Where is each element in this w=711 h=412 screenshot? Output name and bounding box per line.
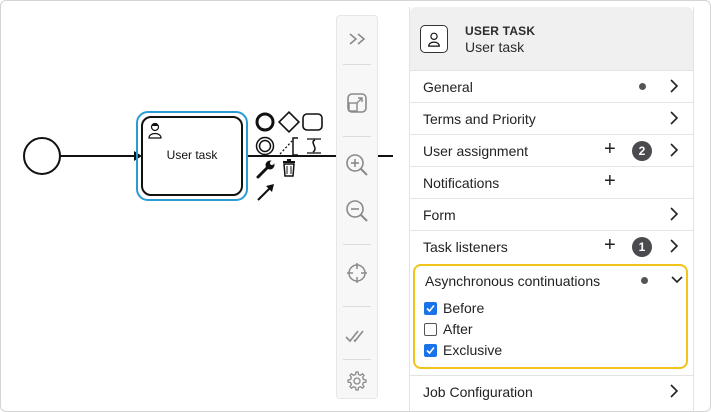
toolbar-divider bbox=[343, 359, 371, 360]
checkbox-label: Before bbox=[443, 300, 485, 316]
toolbar-divider bbox=[343, 136, 371, 137]
user-task-type-icon bbox=[420, 25, 448, 53]
toolbar-divider bbox=[343, 306, 371, 307]
group-label: Job Configuration bbox=[423, 384, 533, 400]
checkmark-icon bbox=[426, 304, 435, 312]
checkbox-label: Exclusive bbox=[443, 342, 503, 358]
append-end-event-icon[interactable] bbox=[255, 112, 275, 132]
checkbox-label: After bbox=[443, 321, 473, 337]
group-label: Asynchronous continuations bbox=[425, 273, 601, 289]
append-intermediate-event-icon[interactable] bbox=[255, 136, 275, 156]
chevron-right-icon bbox=[670, 143, 679, 157]
zoom-out-button[interactable] bbox=[337, 194, 377, 228]
group-task-listeners[interactable]: Task listeners + 1 bbox=[410, 230, 693, 262]
checkbox-after-row[interactable]: After bbox=[424, 319, 473, 339]
group-form[interactable]: Form bbox=[410, 198, 693, 230]
count-badge: 1 bbox=[632, 237, 652, 257]
zoom-in-icon bbox=[346, 154, 368, 176]
checkmark-icon bbox=[426, 346, 435, 354]
fit-viewport-button[interactable] bbox=[337, 86, 377, 120]
group-general[interactable]: General bbox=[410, 70, 693, 102]
settings-button[interactable] bbox=[337, 364, 377, 398]
chevron-right-icon bbox=[670, 239, 679, 253]
add-icon[interactable]: + bbox=[604, 170, 616, 192]
connect-arrow-icon[interactable] bbox=[257, 184, 274, 201]
element-type-label: USER TASK bbox=[465, 24, 536, 38]
double-check-icon bbox=[345, 330, 364, 343]
group-label: Task listeners bbox=[423, 239, 508, 255]
toolbar-divider bbox=[343, 64, 371, 65]
checkbox-exclusive[interactable] bbox=[424, 343, 437, 357]
group-label: User assignment bbox=[423, 143, 529, 159]
validate-button[interactable] bbox=[337, 319, 377, 353]
data-marker-dot bbox=[641, 277, 648, 284]
canvas-toolbar bbox=[336, 15, 378, 399]
start-event[interactable] bbox=[23, 137, 61, 175]
group-label: Form bbox=[423, 207, 456, 223]
group-label: Notifications bbox=[423, 175, 500, 191]
chevron-right-icon bbox=[670, 207, 679, 221]
group-label: Terms and Priority bbox=[423, 111, 536, 127]
double-chevron-right-icon bbox=[349, 33, 366, 45]
chevron-down-icon[interactable] bbox=[670, 273, 684, 287]
toolbar-divider bbox=[343, 244, 371, 245]
text-annotation-icon[interactable] bbox=[279, 137, 298, 156]
zoom-in-button[interactable] bbox=[337, 148, 377, 182]
zoom-out-icon bbox=[346, 200, 368, 222]
add-icon[interactable]: + bbox=[604, 138, 616, 160]
group-terms-priority[interactable]: Terms and Priority bbox=[410, 102, 693, 134]
crosshair-icon bbox=[347, 263, 367, 283]
append-task-icon[interactable] bbox=[302, 113, 323, 131]
append-gateway-icon[interactable] bbox=[277, 110, 301, 134]
chevron-right-icon bbox=[670, 384, 679, 398]
modeler-window: User task USER TASK User task General Te… bbox=[0, 0, 711, 412]
chevron-right-icon bbox=[670, 111, 679, 125]
checkbox-after[interactable] bbox=[424, 322, 437, 336]
center-button[interactable] bbox=[337, 256, 377, 290]
add-icon[interactable]: + bbox=[604, 234, 616, 256]
checkbox-before-row[interactable]: Before bbox=[424, 298, 484, 318]
element-name-label: User task bbox=[465, 39, 525, 55]
chevron-right-icon bbox=[670, 79, 679, 93]
panel-header: USER TASK User task bbox=[410, 7, 693, 70]
data-marker-dot bbox=[639, 83, 646, 90]
count-badge: 2 bbox=[632, 141, 652, 161]
group-notifications[interactable]: Notifications + bbox=[410, 166, 693, 198]
checkbox-before[interactable] bbox=[424, 301, 437, 315]
delete-icon[interactable] bbox=[283, 159, 295, 177]
wrench-icon[interactable] bbox=[256, 160, 275, 179]
gear-icon bbox=[347, 371, 367, 391]
group-job-configuration[interactable]: Job Configuration bbox=[410, 375, 693, 407]
user-task-label: User task bbox=[166, 148, 218, 162]
group-user-assignment[interactable]: User assignment + 2 bbox=[410, 134, 693, 166]
fit-viewport-icon bbox=[347, 93, 367, 113]
toggle-panel-button[interactable] bbox=[337, 22, 377, 56]
checkbox-exclusive-row[interactable]: Exclusive bbox=[424, 340, 502, 360]
group-label: General bbox=[423, 79, 473, 95]
group-async-continuations[interactable]: Asynchronous continuations Before After … bbox=[413, 264, 688, 369]
properties-panel: USER TASK User task General Terms and Pr… bbox=[409, 7, 694, 411]
change-type-icon[interactable] bbox=[307, 138, 321, 154]
